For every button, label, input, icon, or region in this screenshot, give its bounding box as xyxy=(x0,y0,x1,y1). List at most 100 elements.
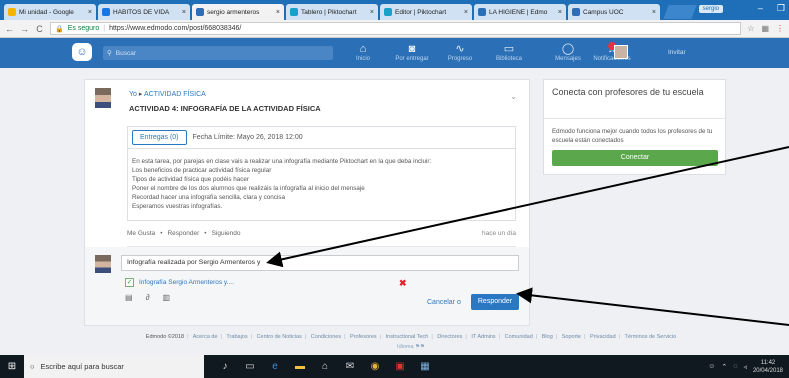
page-footer: Edmodo ©2018 | Acerca de | Trabajos | Centr… xyxy=(86,332,736,352)
url-text: https://www.edmodo.com/post/668038346/ xyxy=(109,25,242,32)
browser-tab[interactable]: Campus UOC × xyxy=(568,4,660,20)
invite-link[interactable]: Invitar xyxy=(668,49,686,56)
chrome-icon[interactable]: ◉ xyxy=(368,361,382,372)
browser-tab-active[interactable]: sergio armenteros × xyxy=(192,4,284,20)
close-tab-icon[interactable]: × xyxy=(464,9,468,16)
star-icon[interactable]: ☆ xyxy=(747,24,754,33)
language-selector[interactable]: Idioma ⚑⚑ xyxy=(86,342,736,352)
taskbar-search[interactable]: ○ Escribe aquí para buscar xyxy=(24,355,204,378)
reload-icon[interactable]: C xyxy=(35,24,44,34)
app-icon[interactable]: ▦ xyxy=(418,361,432,372)
microphone-icon[interactable]: ♪ xyxy=(218,361,232,372)
browser-tab[interactable]: Editor | Piktochart × xyxy=(380,4,472,20)
post-title: ACTIVIDAD 4: INFOGRAFÍA DE LA ACTIVIDAD … xyxy=(129,104,321,113)
link-icon[interactable]: ∂ xyxy=(146,293,150,302)
profile-badge[interactable]: sergio xyxy=(698,5,723,13)
forward-icon[interactable]: → xyxy=(20,24,29,34)
footer-link[interactable]: Privacidad xyxy=(590,334,616,340)
browser-tab[interactable]: LA HIGIENE | Edmo × xyxy=(474,4,566,20)
attachment-item[interactable]: ✓ Infografía Sergio Armenteros y.... xyxy=(125,277,234,287)
reply-input[interactable]: Infografía realizada por Sergio Armenter… xyxy=(121,254,519,271)
body-line: Poner el nombre de los dos alumnos que r… xyxy=(132,185,365,193)
menu-icon[interactable]: ⋮ xyxy=(776,24,784,33)
tab-title: Editor | Piktochart xyxy=(395,8,447,16)
author-link[interactable]: Yo xyxy=(129,91,137,98)
back-icon[interactable]: ← xyxy=(5,24,14,34)
footer-link[interactable]: IT Admins xyxy=(471,334,495,340)
remove-attachment-icon[interactable]: ✖ xyxy=(399,278,407,289)
footer-link[interactable]: Profesores xyxy=(350,334,377,340)
clock[interactable]: 11:42 20/04/2018 xyxy=(753,359,783,375)
extension-icon[interactable]: ▦ xyxy=(761,24,769,33)
windows-taskbar: ⊞ ○ Escribe aquí para buscar ♪ ▭ e ▬ ⌂ ✉… xyxy=(0,355,789,378)
clipboard-icon: ◙ xyxy=(408,43,416,55)
footer-link[interactable]: Directores xyxy=(437,334,462,340)
footer-link[interactable]: Blog xyxy=(542,334,553,340)
avatar[interactable] xyxy=(95,88,111,108)
browser-tab[interactable]: HÁBITOS DE VIDA × xyxy=(98,4,190,20)
follow-link[interactable]: Siguiendo xyxy=(212,230,241,237)
avatar[interactable] xyxy=(614,45,628,59)
mail-icon[interactable]: ✉ xyxy=(343,361,357,372)
address-bar: ← → C 🔒 Es seguro | https://www.edmodo.c… xyxy=(0,20,789,38)
close-tab-icon[interactable]: × xyxy=(182,9,186,16)
body-line: Tipos de actividad física que podéis hac… xyxy=(132,176,250,184)
file-icon[interactable]: ▤ xyxy=(125,293,133,302)
timestamp: hace un día xyxy=(482,229,516,237)
like-link[interactable]: Me Gusta xyxy=(127,230,155,237)
chevron-up-icon[interactable]: ⌃ xyxy=(721,363,727,371)
footer-link[interactable]: Centro de Noticias xyxy=(257,334,302,340)
close-tab-icon[interactable]: × xyxy=(652,9,656,16)
search-input[interactable]: ⚲ Buscar xyxy=(103,46,333,60)
submissions-button[interactable]: Entregas (0) xyxy=(132,130,187,145)
nav-progress[interactable]: ∿ Progreso xyxy=(438,42,482,62)
footer-link[interactable]: Instructional Tech xyxy=(386,334,429,340)
people-icon[interactable]: ☺ xyxy=(708,363,715,370)
close-tab-icon[interactable]: × xyxy=(276,9,280,16)
close-tab-icon[interactable]: × xyxy=(88,9,92,16)
folder-icon[interactable]: ▬ xyxy=(293,361,307,372)
separator: • xyxy=(204,229,207,237)
new-tab-button[interactable] xyxy=(663,5,697,19)
close-tab-icon[interactable]: × xyxy=(370,9,374,16)
separator: | xyxy=(187,334,189,340)
url-field[interactable]: 🔒 Es seguro | https://www.edmodo.com/pos… xyxy=(50,22,742,35)
footer-link[interactable]: Acerca de xyxy=(193,334,218,340)
nav-home[interactable]: ⌂ Inicio xyxy=(341,42,385,62)
submit-reply-button[interactable]: Responder xyxy=(471,293,519,310)
footer-link[interactable]: Condiciones xyxy=(311,334,341,340)
close-tab-icon[interactable]: × xyxy=(558,9,562,16)
nav-due[interactable]: ◙ Por entregar xyxy=(390,42,434,62)
footer-link[interactable]: Trabajos xyxy=(226,334,247,340)
edmodo-logo-icon[interactable]: ☺ xyxy=(72,43,92,61)
footer-link[interactable]: Términos de Servicio xyxy=(625,334,677,340)
library-icon[interactable]: ▥ xyxy=(163,293,171,302)
cancel-link[interactable]: Cancelar o xyxy=(427,299,461,306)
windows-start-icon[interactable]: ⊞ xyxy=(0,361,24,372)
maximize-icon[interactable]: ❐ xyxy=(777,3,785,14)
browser-tab[interactable]: Mi unidad - Google × xyxy=(4,4,96,20)
chevron-down-icon[interactable]: ⌄ xyxy=(510,92,517,101)
pdf-icon[interactable]: ▣ xyxy=(393,361,407,372)
footer-link[interactable]: Soporte xyxy=(562,334,581,340)
store-icon[interactable]: ⌂ xyxy=(318,361,332,372)
network-icon[interactable]: ◌ xyxy=(733,363,737,370)
footer-link[interactable]: Comunidad xyxy=(505,334,533,340)
separator: | xyxy=(618,334,621,340)
group-link[interactable]: ACTIVIDAD FÍSICA xyxy=(144,91,206,98)
reply-link[interactable]: Responder xyxy=(167,230,199,237)
browser-tab[interactable]: Tablero | Piktochart × xyxy=(286,4,378,20)
assignment-body: En esta tarea, por parejas en clase vais… xyxy=(128,149,515,220)
separator: • xyxy=(160,229,163,237)
separator: | xyxy=(584,334,586,340)
volume-icon[interactable]: ◃ xyxy=(743,363,747,371)
pulse-icon: ∿ xyxy=(455,43,465,55)
nav-notifications[interactable]: ♫Notificaciones xyxy=(582,42,642,62)
connect-button[interactable]: Conectar xyxy=(552,150,718,166)
attachment-label[interactable]: Infografía Sergio Armenteros y.... xyxy=(139,279,234,286)
task-view-icon[interactable]: ▭ xyxy=(243,361,257,372)
post-recipient: Yo ▸ ACTIVIDAD FÍSICA xyxy=(129,90,206,98)
minimize-icon[interactable]: – xyxy=(758,3,763,14)
edge-icon[interactable]: e xyxy=(268,361,282,372)
nav-library[interactable]: ▭ Biblioteca xyxy=(487,42,531,62)
